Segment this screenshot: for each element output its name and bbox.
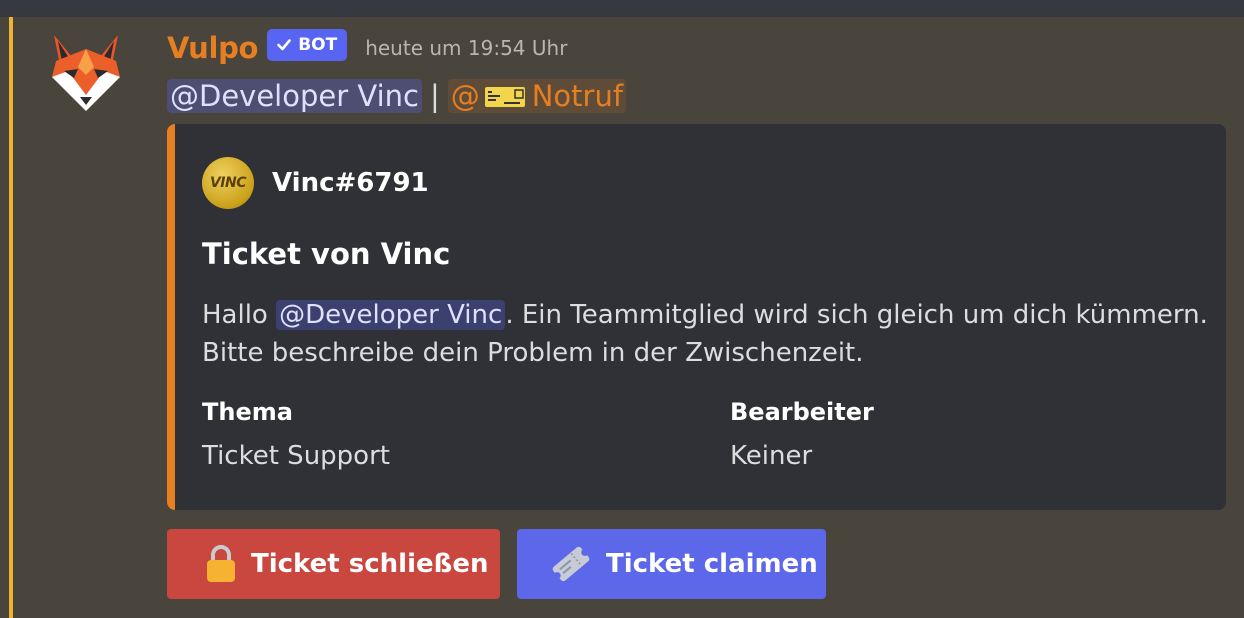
chat-message[interactable]: Vulpo BOT heute um 19:54 Uhr @Developer … — [0, 17, 1244, 618]
embed-author: VINC Vinc#6791 — [202, 157, 429, 209]
role-mention[interactable]: @ Notruf — [447, 79, 627, 113]
role-mention-prefix: @ — [450, 79, 480, 113]
message-content: @Developer Vinc | @ Notruf — [167, 75, 627, 117]
claim-ticket-button[interactable]: Ticket claimen — [517, 529, 826, 599]
checkmark-icon — [277, 39, 291, 51]
embed-field-thema: Thema Ticket Support — [202, 392, 390, 476]
role-mention-name: Notruf — [531, 79, 624, 113]
field-value: Ticket Support — [202, 441, 390, 471]
claim-ticket-label: Ticket claimen — [606, 549, 818, 579]
message-header: Vulpo BOT heute um 19:54 Uhr — [167, 27, 567, 69]
bot-tag: BOT — [267, 29, 348, 61]
embed-title: Ticket von Vinc — [202, 237, 451, 271]
embed-field-bearbeiter: Bearbeiter Keiner — [730, 392, 874, 476]
field-name: Bearbeiter — [730, 398, 874, 426]
close-ticket-button[interactable]: Ticket schließen — [167, 529, 500, 599]
field-value: Keiner — [730, 441, 813, 471]
author-avatar-text: VINC — [209, 175, 247, 191]
bot-tag-label: BOT — [298, 35, 338, 55]
lock-icon — [205, 544, 237, 584]
description-user-mention[interactable]: @Developer Vinc — [276, 300, 506, 330]
embed-author-name: Vinc#6791 — [272, 168, 429, 198]
field-name: Thema — [202, 398, 293, 426]
concert-ticket-icon — [484, 83, 528, 109]
close-ticket-label: Ticket schließen — [251, 549, 489, 579]
message-buttons: Ticket schließen Ticket claimen — [167, 529, 826, 599]
description-prefix: Hallo — [202, 300, 277, 330]
author-avatar[interactable]: VINC — [202, 157, 254, 209]
message-timestamp[interactable]: heute um 19:54 Uhr — [365, 36, 567, 60]
bot-avatar-fox-icon[interactable] — [50, 31, 122, 113]
separator: | — [429, 79, 440, 113]
embed-description: Hallo @Developer Vinc. Ein Teammitglied … — [202, 296, 1212, 372]
author-name[interactable]: Vulpo — [167, 31, 258, 65]
user-mention[interactable]: @Developer Vinc — [167, 79, 422, 113]
top-strip — [0, 0, 1244, 17]
ticket-icon — [550, 543, 592, 585]
ticket-embed: VINC Vinc#6791 Ticket von Vinc Hallo @De… — [167, 124, 1226, 510]
mention-highlight-bar — [9, 17, 13, 618]
embed-accent-bar — [167, 124, 175, 510]
